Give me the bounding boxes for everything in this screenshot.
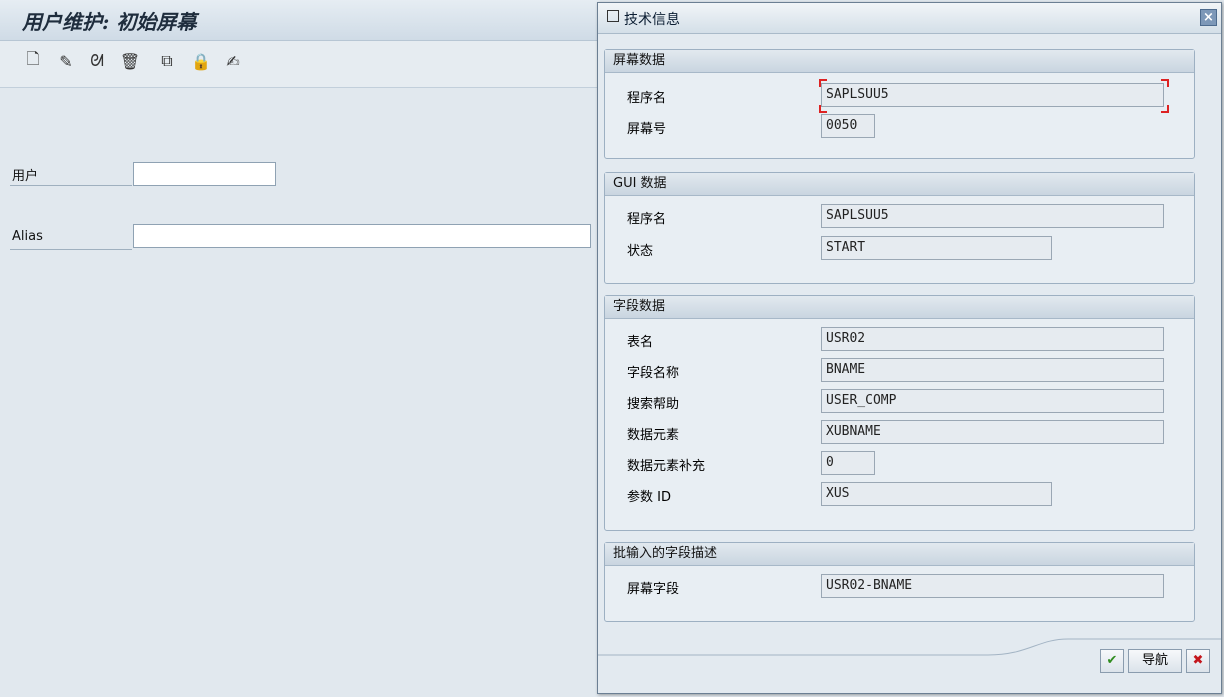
group-header-batch-input: 批输入的字段描述 [605, 543, 1194, 566]
screen-field-field[interactable]: USR02-BNAME [821, 574, 1164, 598]
table-name-field[interactable]: USR02 [821, 327, 1164, 351]
user-label: 用户 [12, 169, 39, 184]
close-button[interactable]: × [1200, 9, 1217, 26]
group-gui-data: GUI 数据 程序名 SAPLSUU5 状态 START [604, 172, 1195, 284]
gui-status-field[interactable]: START [821, 236, 1052, 260]
display-icon[interactable]: ᘛ [88, 51, 106, 71]
row-gui-status: 状态 START [627, 236, 1177, 260]
group-header-gui-data: GUI 数据 [605, 173, 1194, 196]
create-icon[interactable]: 🗋 [24, 49, 42, 71]
row-data-element: 数据元素 XUBNAME [627, 420, 1177, 444]
dialog-title-bar: 技术信息 × [598, 3, 1221, 34]
group-field-data: 字段数据 表名 USR02 字段名称 BNAME 搜索帮助 USER_COMP … [604, 295, 1195, 531]
parameter-id-field[interactable]: XUS [821, 482, 1052, 506]
alias-input[interactable] [133, 224, 591, 248]
search-help-label: 搜索帮助 [627, 397, 680, 412]
dialog-title: 技术信息 [624, 12, 680, 28]
row-screen-field: 屏幕字段 USR02-BNAME [627, 574, 1177, 598]
change-icon[interactable]: ✎ [57, 51, 75, 71]
focus-corner-tl [819, 79, 827, 87]
screen-title: 用户维护: 初始屏幕 [22, 10, 197, 34]
lock-icon[interactable]: 🔒 [191, 51, 211, 71]
parameter-id-label: 参数 ID [627, 490, 671, 505]
gui-status-label: 状态 [627, 244, 654, 259]
screen-number-label: 屏幕号 [627, 122, 667, 137]
gui-program-name-field[interactable]: SAPLSUU5 [821, 204, 1164, 228]
field-name-field[interactable]: BNAME [821, 358, 1164, 382]
alias-label-underline [10, 249, 132, 250]
user-input[interactable] [133, 162, 276, 186]
user-label-underline [10, 185, 132, 186]
delete-icon[interactable]: 🗑 [120, 51, 140, 71]
screen-field-label: 屏幕字段 [627, 582, 680, 597]
search-help-field[interactable]: USER_COMP [821, 389, 1164, 413]
focus-corner-bl [819, 105, 827, 113]
row-field-name: 字段名称 BNAME [627, 358, 1177, 382]
focus-corner-br [1161, 105, 1169, 113]
screen-title-bar: 用户维护: 初始屏幕 [0, 0, 600, 41]
copy-icon[interactable]: ⧉ [158, 51, 176, 71]
window-icon [607, 10, 619, 22]
group-batch-input: 批输入的字段描述 屏幕字段 USR02-BNAME [604, 542, 1195, 622]
data-element-supplement-label: 数据元素补充 [627, 459, 706, 474]
table-name-label: 表名 [627, 335, 654, 350]
row-table-name: 表名 USR02 [627, 327, 1177, 351]
program-name-label: 程序名 [627, 91, 667, 106]
confirm-button[interactable]: ✔ [1100, 649, 1124, 673]
group-header-screen-data: 屏幕数据 [605, 50, 1194, 73]
row-parameter-id: 参数 ID XUS [627, 482, 1177, 506]
row-program-name: 程序名 SAPLSUU5 [627, 79, 1177, 113]
row-gui-program-name: 程序名 SAPLSUU5 [627, 204, 1177, 228]
alias-label: Alias [12, 229, 43, 244]
data-element-label: 数据元素 [627, 428, 680, 443]
program-name-field[interactable]: SAPLSUU5 [821, 83, 1164, 107]
application-toolbar: 🗋 ✎ ᘛ 🗑 ⧉ 🔒 ✍ [0, 41, 600, 88]
focus-corner-tr [1161, 79, 1169, 87]
row-screen-number: 屏幕号 0050 [627, 114, 1177, 138]
technical-info-dialog: 技术信息 × 屏幕数据 程序名 SAPLSUU5 屏幕号 0050 GUI 数据… [597, 2, 1222, 694]
gui-program-name-label: 程序名 [627, 212, 667, 227]
data-element-field[interactable]: XUBNAME [821, 420, 1164, 444]
dialog-button-area: ✔ 导航 ✖ [598, 637, 1221, 693]
screen-number-field[interactable]: 0050 [821, 114, 875, 138]
group-screen-data: 屏幕数据 程序名 SAPLSUU5 屏幕号 0050 [604, 49, 1195, 159]
data-element-supplement-field[interactable]: 0 [821, 451, 875, 475]
group-header-field-data: 字段数据 [605, 296, 1194, 319]
navigate-button[interactable]: 导航 [1128, 649, 1182, 673]
change-documents-icon[interactable]: ✍ [224, 51, 242, 71]
row-search-help: 搜索帮助 USER_COMP [627, 389, 1177, 413]
cancel-button[interactable]: ✖ [1186, 649, 1210, 673]
field-name-label: 字段名称 [627, 366, 680, 381]
row-data-element-supplement: 数据元素补充 0 [627, 451, 1177, 475]
